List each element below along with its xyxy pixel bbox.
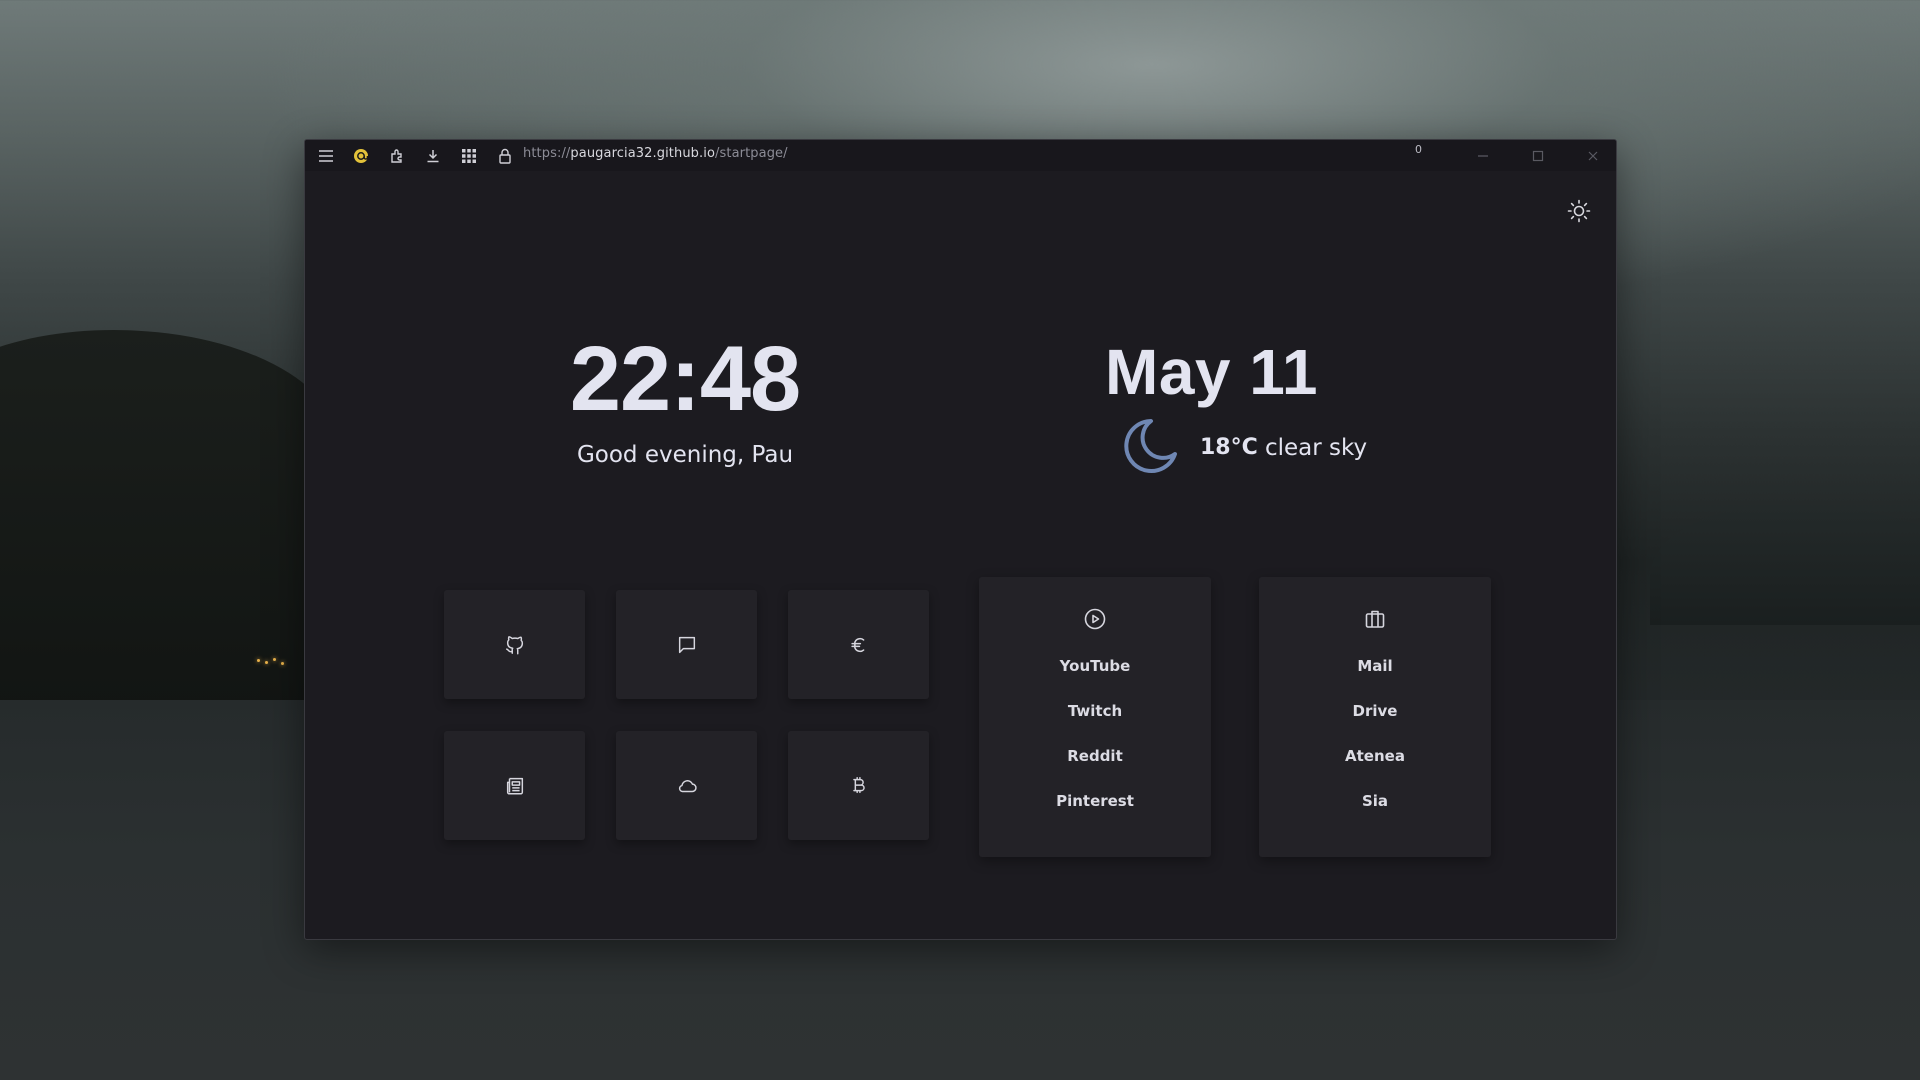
download-icon[interactable] <box>422 145 444 167</box>
chat-tile[interactable] <box>616 590 757 699</box>
weather-description: clear sky <box>1265 435 1368 461</box>
euro-icon <box>850 637 864 652</box>
sun-icon[interactable] <box>1566 198 1592 224</box>
url-path: /startpage/ <box>715 146 788 161</box>
background-lights <box>255 655 295 675</box>
link-atenea[interactable]: Atenea <box>1259 746 1491 791</box>
apps-grid-icon[interactable] <box>458 145 480 167</box>
close-icon[interactable] <box>1585 148 1601 164</box>
greeting: Good evening, Pau <box>576 442 794 468</box>
extensions-icon[interactable] <box>386 145 408 167</box>
news-tile[interactable] <box>444 731 585 840</box>
bitcoin-tile[interactable] <box>788 731 929 840</box>
minimize-icon[interactable] <box>1475 148 1491 164</box>
briefcase-icon <box>1365 610 1385 628</box>
link-pinterest[interactable]: Pinterest <box>979 791 1211 836</box>
link-mail[interactable]: Mail <box>1259 656 1491 701</box>
work-links: Mail Drive Atenea Sia <box>1259 656 1491 836</box>
maximize-icon[interactable] <box>1530 148 1546 164</box>
cloud-tile[interactable] <box>616 731 757 840</box>
date: May 11 <box>1105 336 1318 408</box>
github-tile[interactable] <box>444 590 585 699</box>
euro-tile[interactable] <box>788 590 929 699</box>
menu-icon[interactable] <box>315 145 337 167</box>
moon-icon <box>1124 419 1177 473</box>
notification-count[interactable]: 0 <box>1415 143 1422 156</box>
entertainment-links: YouTube Twitch Reddit Pinterest <box>979 656 1211 836</box>
link-reddit[interactable]: Reddit <box>979 746 1211 791</box>
link-sia[interactable]: Sia <box>1259 791 1491 836</box>
cloud-icon <box>678 779 697 792</box>
url-scheme: https:// <box>523 146 571 161</box>
background-hill-left <box>0 330 340 710</box>
link-youtube[interactable]: YouTube <box>979 656 1211 701</box>
newspaper-icon <box>506 777 523 795</box>
bitcoin-icon <box>852 776 865 793</box>
temperature: 18°C <box>1200 435 1258 460</box>
entertainment-card: YouTube Twitch Reddit Pinterest <box>979 577 1211 857</box>
link-twitch[interactable]: Twitch <box>979 701 1211 746</box>
browser-titlebar: https://paugarcia32.github.io/startpage/… <box>305 140 1616 171</box>
github-icon <box>505 635 523 654</box>
chat-icon <box>678 636 695 653</box>
address-bar[interactable]: https://paugarcia32.github.io/startpage/ <box>523 146 788 161</box>
background-hill-right <box>1650 505 1920 625</box>
browser-window: https://paugarcia32.github.io/startpage/… <box>304 139 1617 940</box>
lock-icon <box>494 145 516 167</box>
url-host: paugarcia32.github.io <box>570 146 716 161</box>
account-icon[interactable] <box>350 145 372 167</box>
play-circle-icon <box>1084 608 1106 630</box>
clock: 22:48 <box>569 328 801 430</box>
link-drive[interactable]: Drive <box>1259 701 1491 746</box>
work-card: Mail Drive Atenea Sia <box>1259 577 1491 857</box>
